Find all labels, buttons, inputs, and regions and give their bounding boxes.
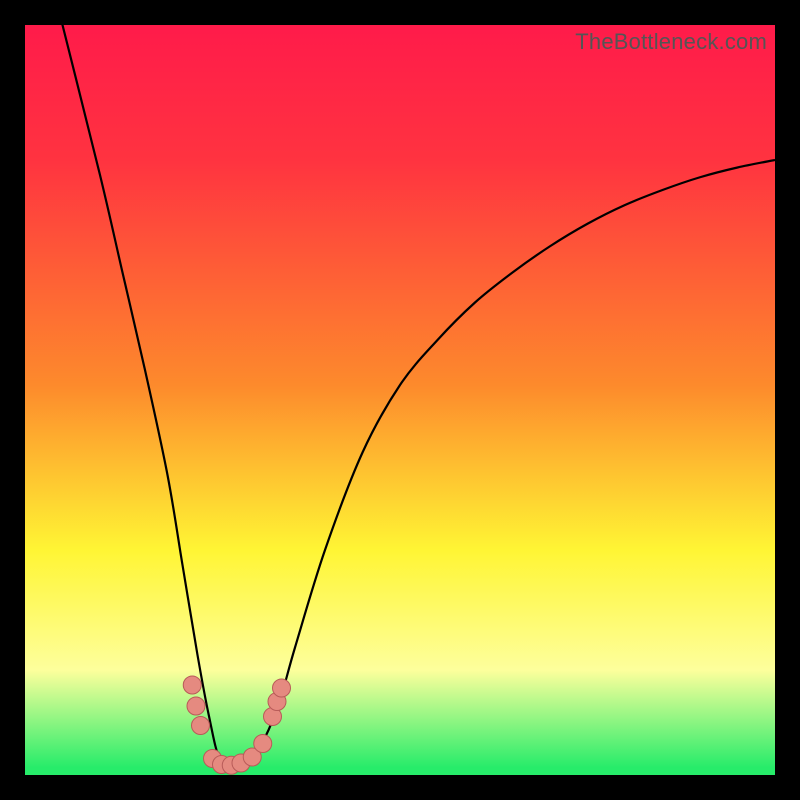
- curve-marker: [187, 697, 205, 715]
- curve-marker: [254, 735, 272, 753]
- bottleneck-curve: [25, 25, 775, 768]
- curve-markers: [183, 676, 290, 774]
- curve-marker: [183, 676, 201, 694]
- watermark-text: TheBottleneck.com: [575, 29, 767, 55]
- curve-marker: [192, 717, 210, 735]
- chart-curve-layer: [25, 25, 775, 775]
- chart-frame: TheBottleneck.com: [25, 25, 775, 775]
- curve-marker: [273, 679, 291, 697]
